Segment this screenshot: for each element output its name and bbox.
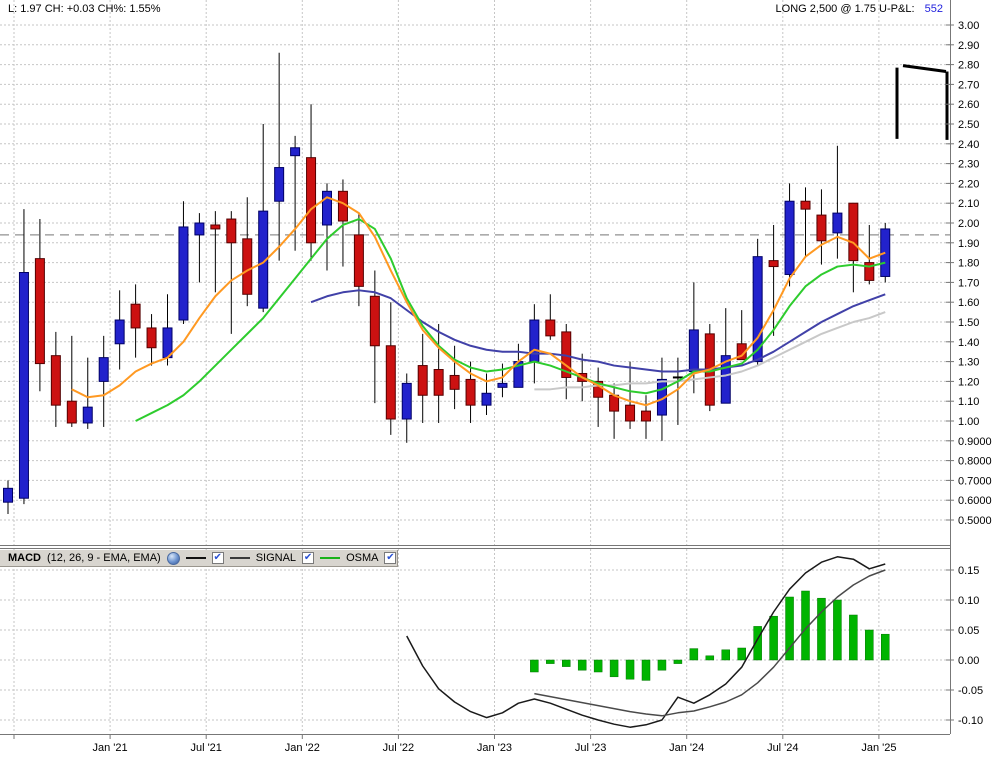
signal-visibility-checkbox[interactable]: ✔ (302, 552, 315, 564)
svg-text:0.5000: 0.5000 (958, 515, 992, 527)
svg-text:Jul '21: Jul '21 (190, 742, 221, 754)
svg-text:2.80: 2.80 (958, 60, 979, 72)
osma-label: OSMA (346, 552, 379, 564)
macd-line-sample (185, 557, 206, 559)
svg-text:2.40: 2.40 (958, 139, 979, 151)
svg-text:0.6000: 0.6000 (958, 495, 992, 507)
svg-text:Jan '22: Jan '22 (285, 742, 320, 754)
svg-text:1.70: 1.70 (958, 277, 979, 289)
svg-text:2.60: 2.60 (958, 99, 979, 111)
svg-text:1.50: 1.50 (958, 317, 979, 329)
svg-text:2.70: 2.70 (958, 79, 979, 91)
svg-text:0.15: 0.15 (958, 565, 979, 577)
position-text: LONG 2,500 @ 1.75 U-P&L: (775, 3, 915, 15)
indicator-title: MACD (8, 552, 41, 564)
svg-text:3.00: 3.00 (958, 20, 979, 32)
svg-text:0.05: 0.05 (958, 625, 979, 637)
svg-text:1.60: 1.60 (958, 297, 979, 309)
last-price-text: L: 1.97 CH: +0.03 CH%: 1.55% (8, 3, 161, 15)
macd-line (406, 556, 886, 728)
macd-panel[interactable] (406, 556, 890, 728)
svg-text:2.30: 2.30 (958, 159, 979, 171)
svg-text:Jul '23: Jul '23 (575, 742, 606, 754)
annotation-lines[interactable] (895, 64, 949, 140)
svg-text:2.50: 2.50 (958, 119, 979, 131)
last-price-info: L: 1.97 CH: +0.03 CH%: 1.55% (8, 3, 161, 15)
osma-visibility-checkbox[interactable]: ✔ (384, 552, 397, 564)
svg-text:1.10: 1.10 (958, 396, 979, 408)
svg-text:-0.10: -0.10 (958, 715, 983, 727)
svg-text:1.30: 1.30 (958, 357, 979, 369)
svg-text:2.90: 2.90 (958, 40, 979, 52)
svg-text:0.00: 0.00 (958, 655, 979, 667)
svg-text:Jul '24: Jul '24 (767, 742, 798, 754)
svg-text:2.00: 2.00 (958, 218, 979, 230)
ema-slow-line (310, 289, 886, 373)
svg-text:Jan '24: Jan '24 (669, 742, 704, 754)
svg-text:2.20: 2.20 (958, 178, 979, 190)
svg-text:2.10: 2.10 (958, 198, 979, 210)
price-panel-candles[interactable] (3, 52, 891, 515)
svg-text:0.10: 0.10 (958, 595, 979, 607)
moving-averages (71, 196, 886, 422)
signal-line-sample (229, 557, 250, 559)
svg-text:Jan '25: Jan '25 (861, 742, 896, 754)
chart-canvas[interactable]: 3.00 2.90 2.80 2.70 2.60 2.50 2.40 2.30 2.20 2.10… (0, 0, 1005, 759)
indicator-params: (12, 26, 9 - EMA, EMA) (47, 552, 161, 564)
svg-text:Jan '21: Jan '21 (93, 742, 128, 754)
time-axis: Jan '21 Jul '21 Jan '22 Jul '22 Jan '23 Jul '… (13, 734, 896, 754)
svg-text:1.40: 1.40 (958, 337, 979, 349)
svg-text:0.9000: 0.9000 (958, 436, 992, 448)
svg-text:1.00: 1.00 (958, 416, 979, 428)
svg-text:1.90: 1.90 (958, 238, 979, 250)
signal-label: SIGNAL (255, 552, 297, 564)
position-info: LONG 2,500 @ 1.75 U-P&L: 552 (776, 3, 943, 15)
svg-text:1.80: 1.80 (958, 258, 979, 270)
macd-indicator-header: MACD (12, 26, 9 - EMA, EMA) ✔ SIGNAL ✔ O… (0, 550, 398, 567)
globe-icon[interactable] (166, 551, 180, 565)
svg-text:0.7000: 0.7000 (958, 475, 992, 487)
trading-chart-window: 3.00 2.90 2.80 2.70 2.60 2.50 2.40 2.30 2.20 2.10… (0, 0, 1005, 759)
svg-text:1.20: 1.20 (958, 376, 979, 388)
svg-text:0.8000: 0.8000 (958, 456, 992, 468)
svg-text:Jan '23: Jan '23 (477, 742, 512, 754)
osma-line-sample (320, 557, 341, 559)
price-axis: 3.00 2.90 2.80 2.70 2.60 2.50 2.40 2.30 2.20 2.10… (946, 20, 992, 527)
ema-fast-line (71, 196, 886, 407)
svg-text:-0.05: -0.05 (958, 685, 983, 697)
unrealized-pnl-value: 552 (924, 3, 943, 15)
macd-axis: 0.15 0.10 0.05 0.00 -0.05 -0.10 (946, 565, 983, 727)
svg-text:Jul '22: Jul '22 (383, 742, 414, 754)
macd-visibility-checkbox[interactable]: ✔ (211, 552, 224, 564)
